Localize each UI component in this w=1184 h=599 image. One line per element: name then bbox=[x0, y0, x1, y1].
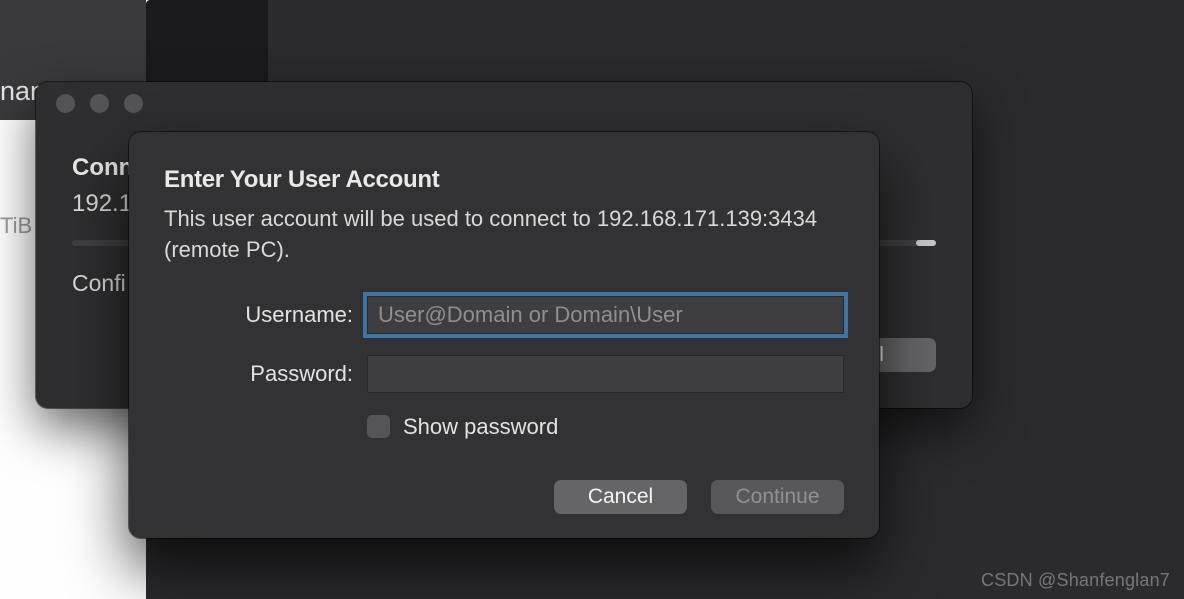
show-password-label: Show password bbox=[403, 414, 558, 440]
background-sidebar-label: TiB bbox=[0, 213, 32, 239]
minimize-icon[interactable] bbox=[90, 94, 109, 113]
credentials-form: Username: Password: Show password bbox=[164, 296, 844, 440]
dialog-button-row: Cancel Continue bbox=[554, 480, 844, 514]
username-input[interactable] bbox=[367, 296, 844, 334]
password-input[interactable] bbox=[367, 355, 844, 393]
show-password-row: Show password bbox=[367, 414, 844, 440]
cancel-button[interactable]: Cancel bbox=[554, 480, 687, 514]
zoom-icon[interactable] bbox=[124, 94, 143, 113]
close-icon[interactable] bbox=[56, 94, 75, 113]
window-titlebar[interactable] bbox=[36, 82, 972, 124]
watermark-text: CSDN @Shanfenglan7 bbox=[981, 570, 1170, 591]
continue-button-label: Continue bbox=[735, 485, 819, 509]
progress-bar-fill bbox=[916, 240, 936, 246]
user-account-dialog: Enter Your User Account This user accoun… bbox=[129, 132, 879, 538]
show-password-checkbox[interactable] bbox=[367, 415, 390, 438]
dialog-description: This user account will be used to connec… bbox=[164, 204, 844, 266]
username-label: Username: bbox=[164, 302, 367, 328]
continue-button[interactable]: Continue bbox=[711, 480, 844, 514]
username-row: Username: bbox=[164, 296, 844, 334]
password-label: Password: bbox=[164, 361, 367, 387]
dialog-title: Enter Your User Account bbox=[164, 166, 844, 194]
cancel-button-label: Cancel bbox=[588, 485, 653, 509]
password-row: Password: bbox=[164, 355, 844, 393]
